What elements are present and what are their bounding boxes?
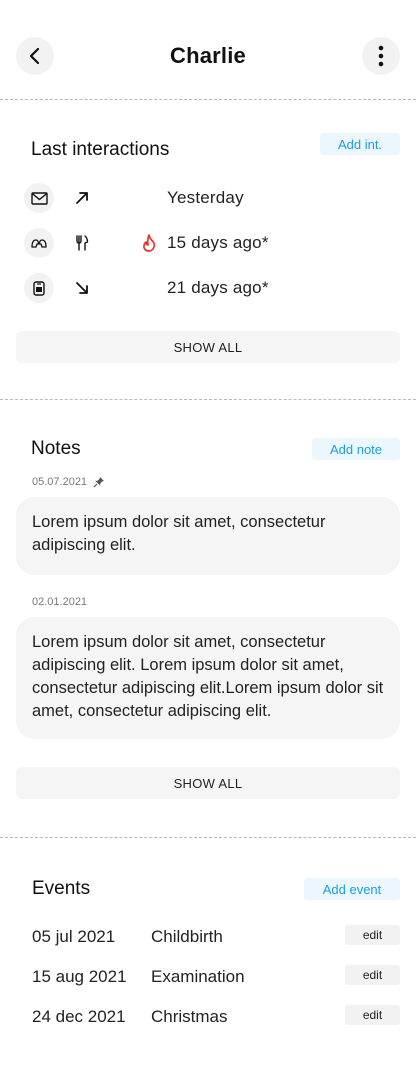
note-date: 05.07.2021 xyxy=(32,476,105,488)
note-card[interactable]: Lorem ipsum dolor sit amet, consectetur … xyxy=(16,497,400,575)
interaction-time: 21 days ago* xyxy=(167,278,269,297)
edit-event-button[interactable]: edit xyxy=(345,1005,400,1025)
note-date-text: 05.07.2021 xyxy=(32,476,88,488)
divider xyxy=(0,399,416,400)
note-date-text: 02.01.2021 xyxy=(32,596,88,608)
interaction-time: Yesterday xyxy=(167,188,244,207)
envelope-icon xyxy=(24,183,54,213)
divider xyxy=(0,837,416,838)
edit-event-button[interactable]: edit xyxy=(345,965,400,985)
note-card[interactable]: Lorem ipsum dolor sit amet, consectetur … xyxy=(16,617,400,739)
event-name: Christmas xyxy=(151,1007,228,1026)
event-row: 15 aug 2021 Examination edit xyxy=(32,965,400,989)
divider xyxy=(0,99,416,100)
event-date: 24 dec 2021 xyxy=(32,1007,126,1026)
show-all-notes-button[interactable]: SHOW ALL xyxy=(16,767,400,799)
add-note-button[interactable]: Add note xyxy=(312,438,400,460)
interaction-row[interactable]: Yesterday xyxy=(24,182,394,214)
interaction-row[interactable]: 21 days ago* xyxy=(24,272,394,304)
edit-event-button[interactable]: edit xyxy=(345,925,400,945)
interaction-row[interactable]: 15 days ago* xyxy=(24,227,394,259)
phone-icon xyxy=(24,273,54,303)
fire-icon xyxy=(141,234,159,252)
event-date: 15 aug 2021 xyxy=(32,967,127,986)
event-name: Childbirth xyxy=(151,927,223,946)
note-date: 02.01.2021 xyxy=(32,596,87,608)
fork-knife-icon xyxy=(72,233,92,253)
meeting-icon xyxy=(24,228,54,258)
more-options-button[interactable] xyxy=(362,37,400,75)
show-all-interactions-button[interactable]: SHOW ALL xyxy=(16,331,400,363)
add-interaction-button[interactable]: Add int. xyxy=(320,133,400,155)
event-date: 05 jul 2021 xyxy=(32,927,116,946)
pin-icon xyxy=(93,477,105,488)
interactions-section-title: Last interactions xyxy=(31,139,170,160)
notes-section-title: Notes xyxy=(31,438,81,459)
page-title: Charlie xyxy=(170,43,246,68)
interaction-time: 15 days ago* xyxy=(167,233,269,252)
event-row: 05 jul 2021 Childbirth edit xyxy=(32,925,400,949)
events-section-title: Events xyxy=(32,878,91,899)
event-name: Examination xyxy=(151,967,245,986)
add-event-button[interactable]: Add event xyxy=(304,878,400,900)
event-row: 24 dec 2021 Christmas edit xyxy=(32,1005,400,1029)
vertical-dots-icon xyxy=(378,45,384,67)
arrow-up-right-icon xyxy=(72,188,92,208)
arrow-down-right-icon xyxy=(72,278,92,298)
